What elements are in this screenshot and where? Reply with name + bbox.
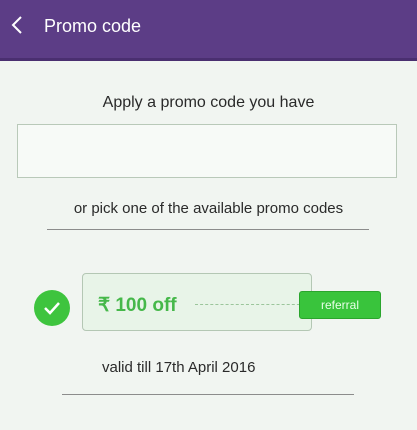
divider <box>62 394 354 395</box>
coupon-dashed-divider <box>195 304 305 305</box>
coupon-amount: ₹ 100 off <box>98 295 177 316</box>
back-button[interactable] <box>2 10 32 40</box>
coupon-validity: valid till 17th April 2016 <box>102 359 256 376</box>
apply-prompt: Apply a promo code you have <box>102 94 315 111</box>
promo-code-input[interactable] <box>17 124 397 178</box>
divider <box>47 229 369 230</box>
app-bar: Promo code <box>0 0 417 61</box>
coupon-select-button[interactable] <box>34 290 70 326</box>
pick-prompt: or pick one of the available promo codes <box>73 200 344 217</box>
checkmark-icon <box>44 302 60 315</box>
promo-content: Apply a promo code you have or pick one … <box>0 61 417 430</box>
coupon-card[interactable]: ₹ 100 off <box>82 273 312 331</box>
coupon-tag-badge: referral <box>299 291 381 319</box>
chevron-left-icon <box>11 16 22 34</box>
page-title: Promo code <box>44 16 142 36</box>
